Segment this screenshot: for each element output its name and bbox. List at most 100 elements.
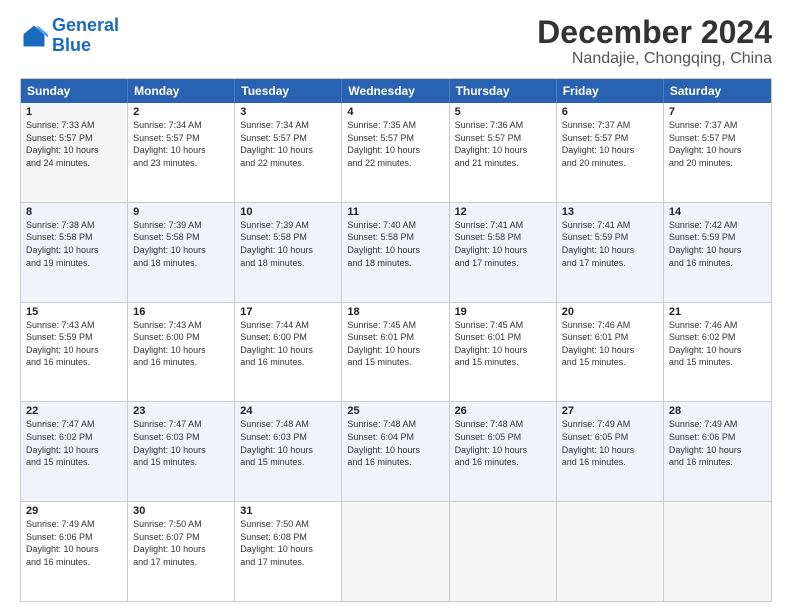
calendar-cell-1-7: 7Sunrise: 7:37 AM Sunset: 5:57 PM Daylig…: [664, 103, 771, 202]
day-info: Sunrise: 7:43 AM Sunset: 5:59 PM Dayligh…: [26, 319, 122, 369]
calendar: Sunday Monday Tuesday Wednesday Thursday…: [20, 78, 772, 602]
day-info: Sunrise: 7:35 AM Sunset: 5:57 PM Dayligh…: [347, 119, 443, 169]
calendar-cell-3-1: 15Sunrise: 7:43 AM Sunset: 5:59 PM Dayli…: [21, 303, 128, 402]
day-number: 5: [455, 106, 551, 118]
day-number: 29: [26, 505, 122, 517]
title-section: December 2024 Nandajie, Chongqing, China: [537, 16, 772, 68]
calendar-cell-5-5: [450, 502, 557, 601]
day-info: Sunrise: 7:42 AM Sunset: 5:59 PM Dayligh…: [669, 219, 766, 269]
day-info: Sunrise: 7:43 AM Sunset: 6:00 PM Dayligh…: [133, 319, 229, 369]
day-info: Sunrise: 7:50 AM Sunset: 6:07 PM Dayligh…: [133, 518, 229, 568]
calendar-cell-2-5: 12Sunrise: 7:41 AM Sunset: 5:58 PM Dayli…: [450, 203, 557, 302]
calendar-cell-4-4: 25Sunrise: 7:48 AM Sunset: 6:04 PM Dayli…: [342, 402, 449, 501]
calendar-cell-3-3: 17Sunrise: 7:44 AM Sunset: 6:00 PM Dayli…: [235, 303, 342, 402]
calendar-cell-5-3: 31Sunrise: 7:50 AM Sunset: 6:08 PM Dayli…: [235, 502, 342, 601]
month-title: December 2024: [537, 16, 772, 48]
day-info: Sunrise: 7:47 AM Sunset: 6:03 PM Dayligh…: [133, 418, 229, 468]
day-info: Sunrise: 7:49 AM Sunset: 6:05 PM Dayligh…: [562, 418, 658, 468]
day-info: Sunrise: 7:46 AM Sunset: 6:01 PM Dayligh…: [562, 319, 658, 369]
day-number: 2: [133, 106, 229, 118]
calendar-cell-2-2: 9Sunrise: 7:39 AM Sunset: 5:58 PM Daylig…: [128, 203, 235, 302]
calendar-cell-3-4: 18Sunrise: 7:45 AM Sunset: 6:01 PM Dayli…: [342, 303, 449, 402]
day-info: Sunrise: 7:46 AM Sunset: 6:02 PM Dayligh…: [669, 319, 766, 369]
calendar-cell-2-4: 11Sunrise: 7:40 AM Sunset: 5:58 PM Dayli…: [342, 203, 449, 302]
calendar-header: Sunday Monday Tuesday Wednesday Thursday…: [21, 79, 771, 103]
day-info: Sunrise: 7:48 AM Sunset: 6:03 PM Dayligh…: [240, 418, 336, 468]
day-info: Sunrise: 7:45 AM Sunset: 6:01 PM Dayligh…: [455, 319, 551, 369]
calendar-cell-5-2: 30Sunrise: 7:50 AM Sunset: 6:07 PM Dayli…: [128, 502, 235, 601]
day-number: 25: [347, 405, 443, 417]
calendar-body: 1Sunrise: 7:33 AM Sunset: 5:57 PM Daylig…: [21, 103, 771, 601]
day-number: 28: [669, 405, 766, 417]
calendar-row-2: 8Sunrise: 7:38 AM Sunset: 5:58 PM Daylig…: [21, 202, 771, 302]
day-info: Sunrise: 7:45 AM Sunset: 6:01 PM Dayligh…: [347, 319, 443, 369]
calendar-cell-3-7: 21Sunrise: 7:46 AM Sunset: 6:02 PM Dayli…: [664, 303, 771, 402]
day-number: 16: [133, 306, 229, 318]
header-tuesday: Tuesday: [235, 79, 342, 103]
calendar-cell-4-6: 27Sunrise: 7:49 AM Sunset: 6:05 PM Dayli…: [557, 402, 664, 501]
day-info: Sunrise: 7:40 AM Sunset: 5:58 PM Dayligh…: [347, 219, 443, 269]
header-friday: Friday: [557, 79, 664, 103]
calendar-cell-1-6: 6Sunrise: 7:37 AM Sunset: 5:57 PM Daylig…: [557, 103, 664, 202]
calendar-cell-2-6: 13Sunrise: 7:41 AM Sunset: 5:59 PM Dayli…: [557, 203, 664, 302]
calendar-cell-1-5: 5Sunrise: 7:36 AM Sunset: 5:57 PM Daylig…: [450, 103, 557, 202]
header-thursday: Thursday: [450, 79, 557, 103]
day-number: 20: [562, 306, 658, 318]
day-number: 3: [240, 106, 336, 118]
calendar-cell-5-7: [664, 502, 771, 601]
day-number: 23: [133, 405, 229, 417]
header-monday: Monday: [128, 79, 235, 103]
day-number: 31: [240, 505, 336, 517]
day-number: 7: [669, 106, 766, 118]
day-info: Sunrise: 7:49 AM Sunset: 6:06 PM Dayligh…: [26, 518, 122, 568]
location: Nandajie, Chongqing, China: [537, 50, 772, 68]
calendar-cell-4-3: 24Sunrise: 7:48 AM Sunset: 6:03 PM Dayli…: [235, 402, 342, 501]
day-number: 19: [455, 306, 551, 318]
day-number: 1: [26, 106, 122, 118]
day-info: Sunrise: 7:49 AM Sunset: 6:06 PM Dayligh…: [669, 418, 766, 468]
calendar-cell-1-3: 3Sunrise: 7:34 AM Sunset: 5:57 PM Daylig…: [235, 103, 342, 202]
calendar-row-3: 15Sunrise: 7:43 AM Sunset: 5:59 PM Dayli…: [21, 302, 771, 402]
day-info: Sunrise: 7:48 AM Sunset: 6:04 PM Dayligh…: [347, 418, 443, 468]
calendar-cell-2-1: 8Sunrise: 7:38 AM Sunset: 5:58 PM Daylig…: [21, 203, 128, 302]
calendar-cell-4-1: 22Sunrise: 7:47 AM Sunset: 6:02 PM Dayli…: [21, 402, 128, 501]
header-sunday: Sunday: [21, 79, 128, 103]
page-header: General Blue December 2024 Nandajie, Cho…: [20, 16, 772, 68]
calendar-cell-5-1: 29Sunrise: 7:49 AM Sunset: 6:06 PM Dayli…: [21, 502, 128, 601]
calendar-cell-1-1: 1Sunrise: 7:33 AM Sunset: 5:57 PM Daylig…: [21, 103, 128, 202]
day-number: 11: [347, 206, 443, 218]
logo-text: General Blue: [52, 16, 119, 56]
day-info: Sunrise: 7:41 AM Sunset: 5:58 PM Dayligh…: [455, 219, 551, 269]
day-number: 21: [669, 306, 766, 318]
calendar-page: General Blue December 2024 Nandajie, Cho…: [0, 0, 792, 612]
day-info: Sunrise: 7:50 AM Sunset: 6:08 PM Dayligh…: [240, 518, 336, 568]
calendar-cell-4-2: 23Sunrise: 7:47 AM Sunset: 6:03 PM Dayli…: [128, 402, 235, 501]
day-info: Sunrise: 7:34 AM Sunset: 5:57 PM Dayligh…: [133, 119, 229, 169]
calendar-cell-1-4: 4Sunrise: 7:35 AM Sunset: 5:57 PM Daylig…: [342, 103, 449, 202]
calendar-cell-2-3: 10Sunrise: 7:39 AM Sunset: 5:58 PM Dayli…: [235, 203, 342, 302]
day-number: 8: [26, 206, 122, 218]
day-number: 26: [455, 405, 551, 417]
day-number: 10: [240, 206, 336, 218]
calendar-cell-3-6: 20Sunrise: 7:46 AM Sunset: 6:01 PM Dayli…: [557, 303, 664, 402]
calendar-cell-4-5: 26Sunrise: 7:48 AM Sunset: 6:05 PM Dayli…: [450, 402, 557, 501]
calendar-cell-4-7: 28Sunrise: 7:49 AM Sunset: 6:06 PM Dayli…: [664, 402, 771, 501]
day-info: Sunrise: 7:39 AM Sunset: 5:58 PM Dayligh…: [133, 219, 229, 269]
day-info: Sunrise: 7:37 AM Sunset: 5:57 PM Dayligh…: [562, 119, 658, 169]
day-info: Sunrise: 7:48 AM Sunset: 6:05 PM Dayligh…: [455, 418, 551, 468]
day-number: 15: [26, 306, 122, 318]
day-number: 9: [133, 206, 229, 218]
calendar-cell-5-4: [342, 502, 449, 601]
day-number: 27: [562, 405, 658, 417]
day-number: 30: [133, 505, 229, 517]
day-number: 18: [347, 306, 443, 318]
calendar-cell-3-2: 16Sunrise: 7:43 AM Sunset: 6:00 PM Dayli…: [128, 303, 235, 402]
header-saturday: Saturday: [664, 79, 771, 103]
calendar-cell-1-2: 2Sunrise: 7:34 AM Sunset: 5:57 PM Daylig…: [128, 103, 235, 202]
day-info: Sunrise: 7:37 AM Sunset: 5:57 PM Dayligh…: [669, 119, 766, 169]
day-info: Sunrise: 7:34 AM Sunset: 5:57 PM Dayligh…: [240, 119, 336, 169]
day-info: Sunrise: 7:38 AM Sunset: 5:58 PM Dayligh…: [26, 219, 122, 269]
calendar-cell-5-6: [557, 502, 664, 601]
day-number: 14: [669, 206, 766, 218]
day-number: 6: [562, 106, 658, 118]
